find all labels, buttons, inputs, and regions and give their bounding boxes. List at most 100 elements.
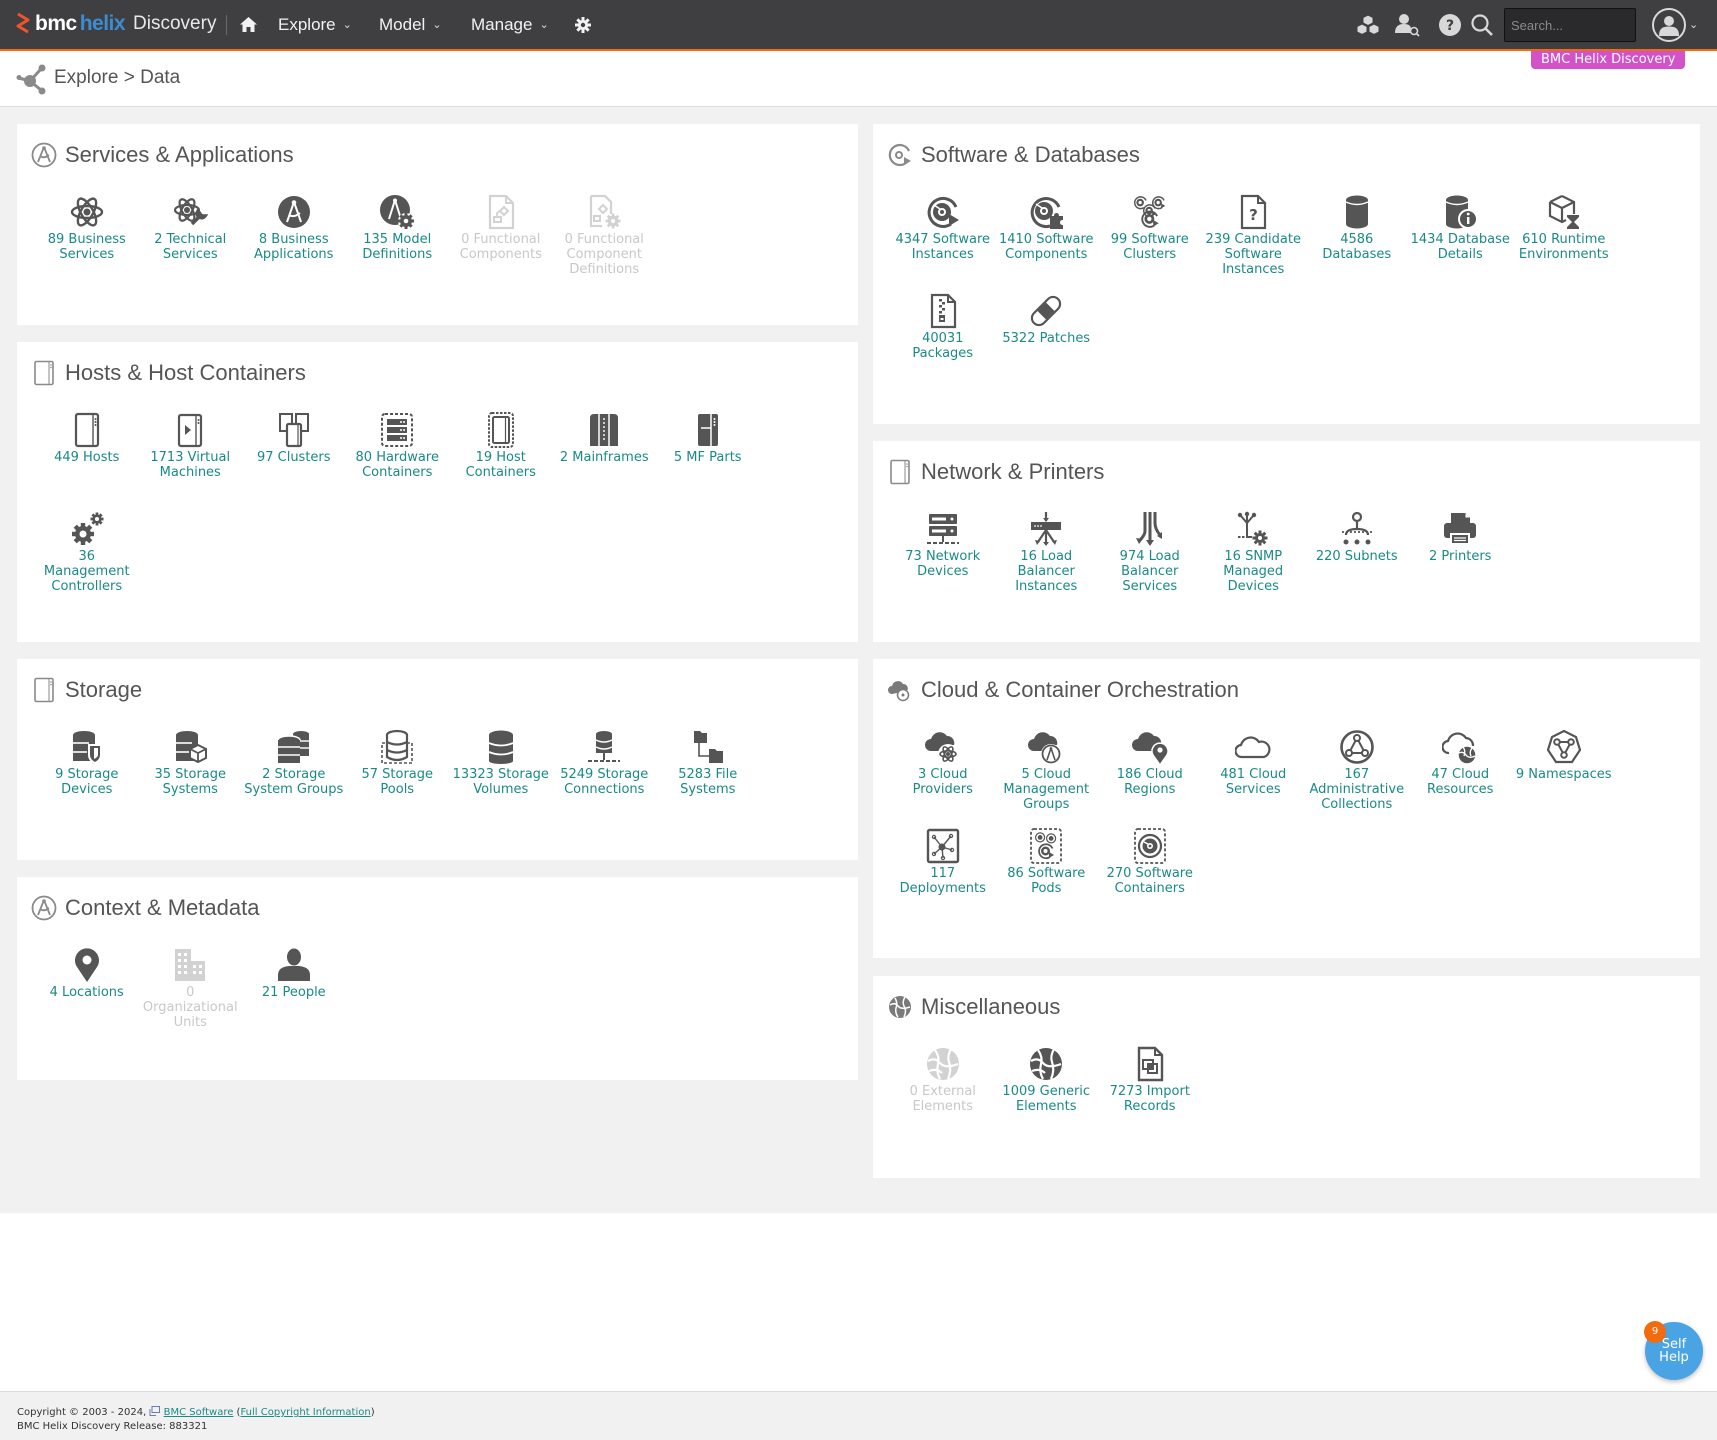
list-item-admin-collection[interactable]: 167 Administrative Collections bbox=[1305, 729, 1409, 828]
list-item-compass-circle[interactable]: 8 Business Applications bbox=[242, 194, 346, 293]
list-item-file-question[interactable]: ? 239 Candidate Software Instances bbox=[1202, 194, 1306, 293]
software-container-icon bbox=[1132, 828, 1168, 864]
disc-play-icon bbox=[925, 194, 961, 230]
user-menu-button[interactable] bbox=[1652, 8, 1686, 42]
list-item-deployment[interactable]: 117 Deployments bbox=[891, 828, 995, 927]
list-item-printer[interactable]: 2 Printers bbox=[1409, 511, 1513, 610]
item-label: 57 Storage Pools bbox=[361, 767, 434, 797]
cloud-atom-icon bbox=[888, 681, 910, 702]
list-item-storage-cube[interactable]: 35 Storage Systems bbox=[139, 729, 243, 828]
list-item-disc-cluster[interactable]: 99 Software Clusters bbox=[1098, 194, 1202, 293]
host-icon bbox=[34, 677, 54, 703]
list-item-cloud-resource[interactable]: 47 Cloud Resources bbox=[1409, 729, 1513, 828]
list-item-software-pod[interactable]: 86 Software Pods bbox=[995, 828, 1099, 927]
list-item-storage-connection[interactable]: 5249 Storage Connections bbox=[553, 729, 657, 828]
nav-manage-menu[interactable]: Manage ⌄ bbox=[471, 0, 549, 49]
list-item-bandage[interactable]: 5322 Patches bbox=[995, 293, 1099, 392]
list-item-cloud-atom[interactable]: 3 Cloud Providers bbox=[891, 729, 995, 828]
item-label: 8 Business Applications bbox=[254, 232, 334, 262]
item-label: 1009 Generic Elements bbox=[1002, 1084, 1091, 1114]
full-copyright-link[interactable]: Full Copyright Information bbox=[240, 1407, 370, 1418]
list-item-load-balancer-service[interactable]: 974 Load Balancer Services bbox=[1098, 511, 1202, 610]
cubes-button[interactable] bbox=[1355, 12, 1381, 38]
home-button[interactable] bbox=[240, 0, 257, 49]
list-item-snmp[interactable]: 16 SNMP Managed Devices bbox=[1202, 511, 1306, 610]
list-item-host-container[interactable]: 19 Host Containers bbox=[449, 412, 553, 511]
list-item-compass-gear[interactable]: 135 Model Definitions bbox=[346, 194, 450, 293]
list-item-storage-group[interactable]: 2 Storage System Groups bbox=[242, 729, 346, 828]
file-question-icon: ? bbox=[1235, 194, 1271, 230]
self-help-count-badge: 9 bbox=[1644, 1321, 1666, 1343]
list-item-cloud-outline[interactable]: 481 Cloud Services bbox=[1202, 729, 1306, 828]
item-label: 21 People bbox=[261, 985, 326, 1000]
bmc-helix-logo[interactable]: bmc helix Discovery bbox=[16, 11, 216, 37]
list-item-file-zip[interactable]: 40031 Packages bbox=[891, 293, 995, 392]
list-item-storage-pool[interactable]: 57 Storage Pools bbox=[346, 729, 450, 828]
list-item-disc-puzzle[interactable]: 1410 Software Components bbox=[995, 194, 1099, 293]
item-label: 449 Hosts bbox=[54, 450, 120, 465]
search-input[interactable] bbox=[1504, 8, 1636, 42]
list-item-disc-play[interactable]: 4347 Software Instances bbox=[891, 194, 995, 293]
search-button[interactable] bbox=[1469, 12, 1495, 38]
help-button[interactable]: ? bbox=[1437, 12, 1463, 38]
list-item-cube-hourglass[interactable]: 610 Runtime Environments bbox=[1512, 194, 1616, 293]
breadcrumb-explore-link[interactable]: Explore bbox=[54, 67, 118, 88]
storage-pool-icon bbox=[379, 729, 415, 765]
search-icon bbox=[1471, 14, 1493, 36]
top-navigation-bar: bmc helix Discovery Explore ⌄ Model ⌄ Ma… bbox=[0, 0, 1717, 51]
list-item-database-info[interactable]: 1434 Database Details bbox=[1409, 194, 1513, 293]
list-item-globe-mesh[interactable]: 1009 Generic Elements bbox=[995, 1046, 1099, 1145]
panel-title-text: Services & Applications bbox=[65, 142, 294, 167]
list-item-mainframe[interactable]: 2 Mainframes bbox=[553, 412, 657, 511]
list-item-software-container[interactable]: 270 Software Containers bbox=[1098, 828, 1202, 927]
nav-model-menu[interactable]: Model ⌄ bbox=[379, 0, 442, 49]
panel-title-text: Software & Databases bbox=[921, 142, 1140, 167]
nav-explore-menu[interactable]: Explore ⌄ bbox=[278, 0, 352, 49]
breadcrumb-separator: > bbox=[123, 67, 135, 88]
item-label: 2 Technical Services bbox=[154, 232, 227, 262]
list-item-database[interactable]: 4586 Databases bbox=[1305, 194, 1409, 293]
chevron-down-icon[interactable]: ⌄ bbox=[1689, 18, 1698, 31]
breadcrumb-bar: Explore > Data BMC Helix Discovery bbox=[0, 51, 1717, 107]
item-label: 5249 Storage Connections bbox=[560, 767, 649, 797]
item-label: 19 Host Containers bbox=[465, 450, 536, 480]
item-label: 0 External Elements bbox=[909, 1084, 976, 1114]
item-label: 2 Mainframes bbox=[559, 450, 649, 465]
list-item-storage-shield[interactable]: 9 Storage Devices bbox=[35, 729, 139, 828]
item-label: 186 Cloud Regions bbox=[1116, 767, 1183, 797]
list-item-load-balancer[interactable]: 16 Load Balancer Instances bbox=[995, 511, 1099, 610]
location-pin-icon bbox=[69, 947, 105, 983]
list-item-cloud-compass[interactable]: 5 Cloud Management Groups bbox=[995, 729, 1099, 828]
list-item-subnet[interactable]: 220 Subnets bbox=[1305, 511, 1409, 610]
settings-button[interactable] bbox=[575, 0, 591, 49]
bmc-software-link[interactable]: BMC Software bbox=[164, 1407, 234, 1418]
list-item-storage-volume[interactable]: 13323 Storage Volumes bbox=[449, 729, 553, 828]
globe-mesh-icon bbox=[1028, 1046, 1064, 1082]
user-search-button[interactable] bbox=[1395, 12, 1421, 38]
list-item-building: 0 Organizational Units bbox=[139, 947, 243, 1046]
gear-icon bbox=[575, 16, 591, 33]
list-item-location-pin[interactable]: 4 Locations bbox=[35, 947, 139, 1046]
list-item-mf-part[interactable]: 5 MF Parts bbox=[656, 412, 760, 511]
list-item-gears[interactable]: 36 Management Controllers bbox=[35, 511, 139, 610]
list-item-atom-wrench[interactable]: 2 Technical Services bbox=[139, 194, 243, 293]
file-import-icon bbox=[1132, 1046, 1168, 1082]
list-item-person[interactable]: 21 People bbox=[242, 947, 346, 1046]
list-item-hardware-container[interactable]: 80 Hardware Containers bbox=[346, 412, 450, 511]
globe-mesh-icon bbox=[925, 1046, 961, 1082]
list-item-cloud-pin[interactable]: 186 Cloud Regions bbox=[1098, 729, 1202, 828]
list-item-file-system[interactable]: 5283 File Systems bbox=[656, 729, 760, 828]
virtual-machine-icon bbox=[172, 412, 208, 448]
help-icon: ? bbox=[1439, 14, 1461, 36]
list-item-network-device[interactable]: 73 Network Devices bbox=[891, 511, 995, 610]
list-item-file-import[interactable]: 7273 Import Records bbox=[1098, 1046, 1202, 1145]
disc-cluster-icon bbox=[1132, 194, 1168, 230]
list-item-virtual-machine[interactable]: 1713 Virtual Machines bbox=[139, 412, 243, 511]
list-item-namespace[interactable]: 9 Namespaces bbox=[1512, 729, 1616, 828]
list-item-host[interactable]: 449 Hosts bbox=[35, 412, 139, 511]
list-item-atom[interactable]: 89 Business Services bbox=[35, 194, 139, 293]
panel-software-databases: Software & Databases 4347 Software Insta… bbox=[873, 124, 1700, 424]
storage-connection-icon bbox=[586, 729, 622, 765]
list-item-cluster[interactable]: 97 Clusters bbox=[242, 412, 346, 511]
breadcrumb-current: Data bbox=[140, 67, 181, 88]
